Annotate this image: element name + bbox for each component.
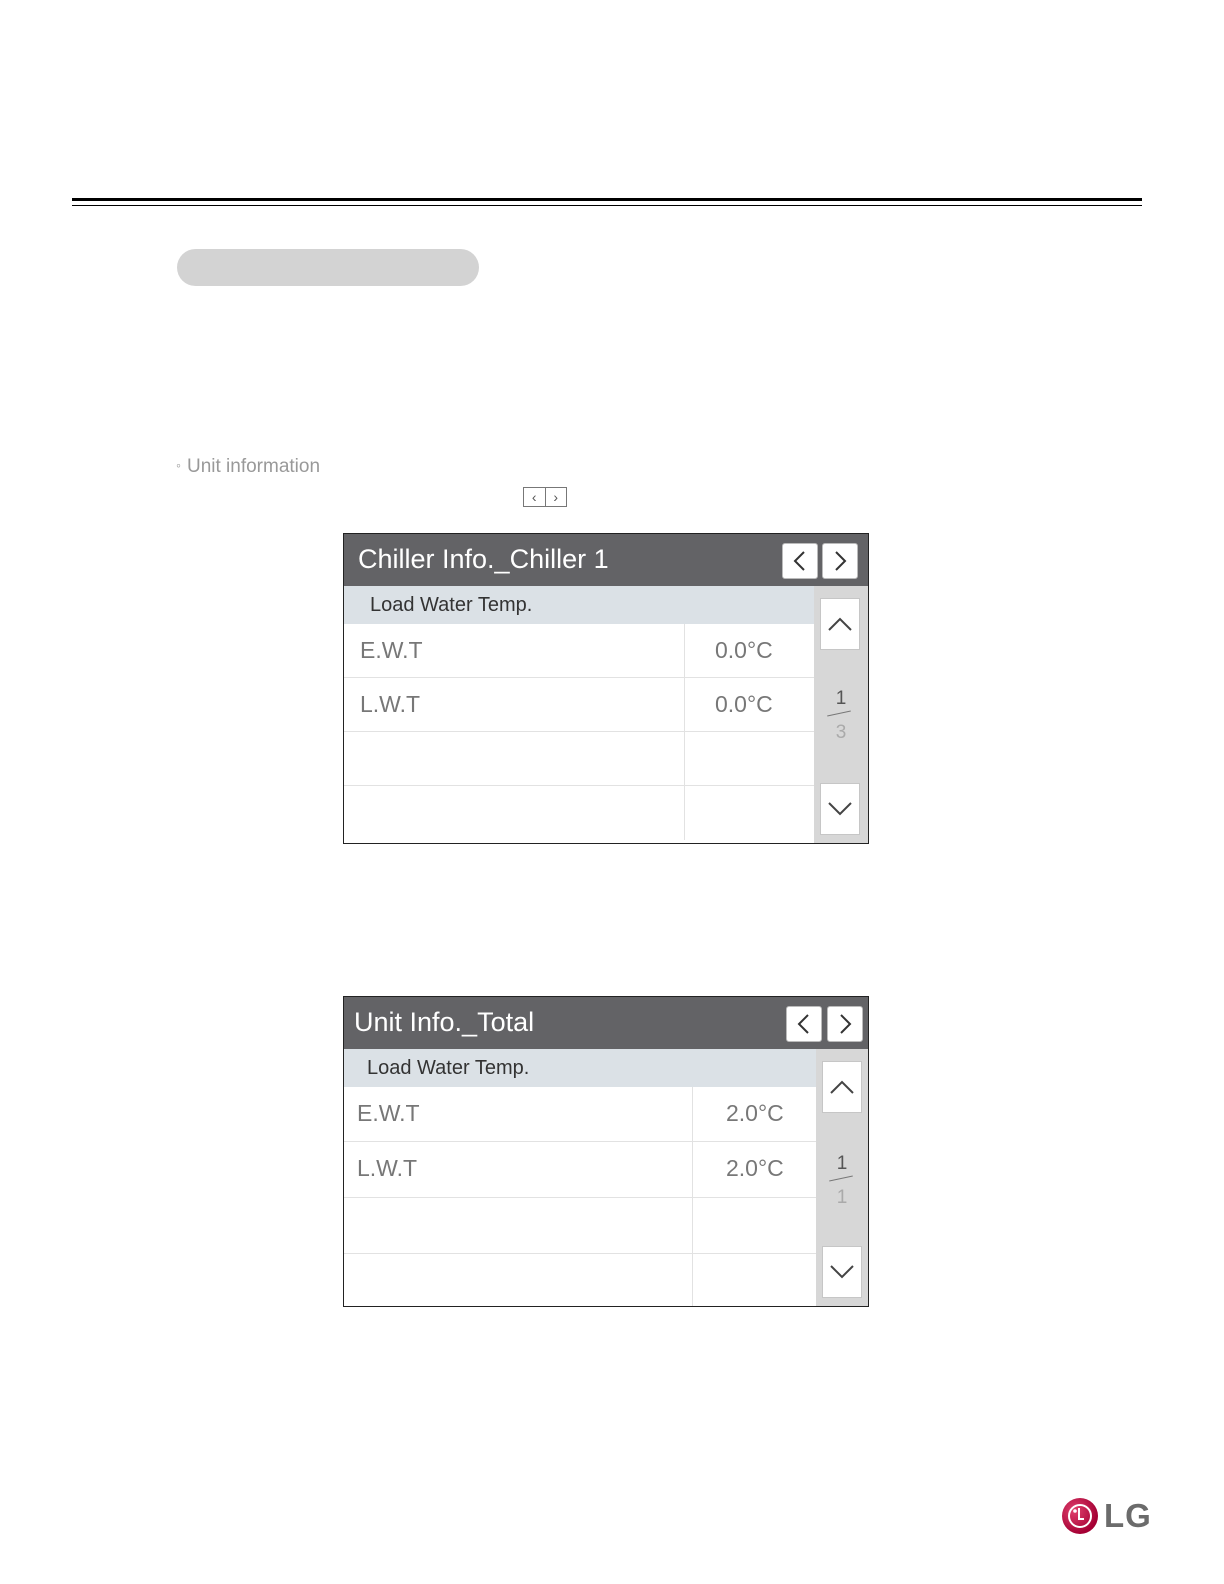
chiller-info-panel: Chiller Info._Chiller 1 Load Water Temp.… [343,533,869,844]
bullet-text: Unit information [186,456,321,477]
page-indicator: 1 1 [816,1153,868,1209]
chevron-down-icon [828,802,852,816]
column-divider [684,678,685,731]
panel-header: Chiller Info._Chiller 1 [344,534,868,586]
scroll-down-button[interactable] [822,1246,862,1298]
column-divider [692,1087,693,1141]
chevron-right-icon [840,1014,852,1034]
lg-logo-text: LG [1104,1497,1152,1534]
table-row[interactable]: L.W.T 0.0°C [344,678,814,732]
panel-title: Unit Info._Total [354,1007,535,1037]
chevron-down-icon [830,1265,854,1279]
page-total: 3 [835,722,847,743]
chevron-left-icon [793,551,805,571]
column-divider [692,1142,693,1197]
chevron-up-icon [828,617,852,631]
chevron-right-icon: › [553,489,559,505]
column-divider [684,624,685,677]
row-value: 2.0°C [726,1155,784,1181]
section-bar: Load Water Temp. [344,586,814,624]
scroll-up-button[interactable] [822,1061,862,1113]
row-value: 0.0°C [715,637,773,663]
header-rule-thick [72,198,1142,201]
chevron-left-icon: ‹ [524,488,546,506]
page-divider [827,710,851,717]
page-current: 1 [835,688,847,709]
page-current: 1 [836,1153,848,1174]
scroll-sidebar: 1 3 [814,586,868,843]
section-label: Load Water Temp. [367,1057,530,1079]
section-heading-pill [177,249,479,286]
lg-logo: LG [1062,1497,1152,1535]
page-indicator: 1 3 [814,688,868,744]
table-row[interactable] [344,1198,816,1254]
table-row[interactable]: E.W.T 0.0°C [344,624,814,678]
column-divider [692,1254,693,1306]
chevron-left-icon [797,1014,809,1034]
panel-title: Chiller Info._Chiller 1 [358,544,609,574]
unit-info-total-panel: Unit Info._Total Load Water Temp. E.W.T … [343,996,869,1307]
bullet-unit-information: ◦ Unit information [176,456,320,478]
section-label: Load Water Temp. [370,594,533,616]
chevron-right-icon [835,551,847,571]
section-bar: Load Water Temp. [344,1049,816,1087]
row-label: E.W.T [360,637,423,663]
next-button[interactable] [827,1006,863,1042]
panel-header: Unit Info._Total [344,997,868,1049]
column-divider [684,732,685,785]
scroll-up-button[interactable] [820,598,860,650]
page-total: 1 [836,1187,848,1208]
row-value: 2.0°C [726,1100,784,1126]
prev-button[interactable] [782,543,818,579]
chevron-up-icon [830,1080,854,1094]
table-row[interactable] [344,732,814,786]
bullet-dot-icon: ◦ [176,457,181,473]
inline-arrow-buttons-icon: ‹ › [523,487,567,507]
table-row[interactable] [344,786,814,840]
next-button[interactable] [822,543,858,579]
lg-logo-icon [1062,1498,1098,1534]
row-label: E.W.T [357,1100,420,1126]
table-row[interactable]: L.W.T 2.0°C [344,1142,816,1198]
scroll-down-button[interactable] [820,783,860,835]
row-value: 0.0°C [715,691,773,717]
column-divider [684,786,685,840]
page-divider [829,1175,853,1182]
scroll-sidebar: 1 1 [816,1049,868,1306]
prev-button[interactable] [786,1006,822,1042]
header-rule-thin [72,205,1142,206]
row-label: L.W.T [357,1155,418,1181]
row-label: L.W.T [360,691,421,717]
column-divider [692,1198,693,1253]
table-row[interactable]: E.W.T 2.0°C [344,1087,816,1142]
table-row[interactable] [344,1254,816,1306]
